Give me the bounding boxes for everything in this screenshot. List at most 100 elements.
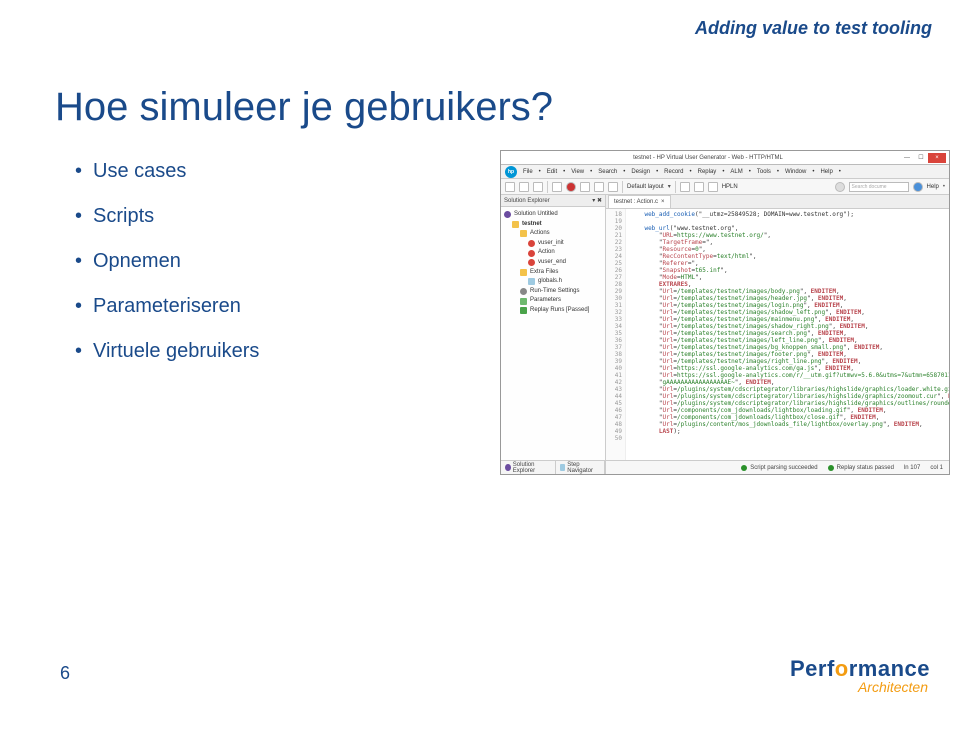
maximize-button[interactable]: ☐ <box>914 153 928 163</box>
code-editor[interactable]: 1819202122232425262728293031323334353637… <box>606 209 949 460</box>
panel-pin-close[interactable]: ▾ ✖ <box>592 197 602 204</box>
close-icon[interactable]: × <box>661 199 665 205</box>
record-button-icon[interactable] <box>566 182 576 192</box>
action-icon <box>528 250 535 257</box>
menu-alm[interactable]: ALM <box>730 169 742 175</box>
tab-label: testnet : Action.c <box>614 199 658 205</box>
bullet-list: Use cases Scripts Opnemen Parameterisere… <box>75 160 259 385</box>
editor-tabbar: testnet : Action.c × <box>606 195 949 209</box>
tab-solution-explorer[interactable]: Solution Explorer <box>501 461 556 474</box>
toolbar-button[interactable] <box>519 182 529 192</box>
success-icon <box>828 465 834 471</box>
replay-runs-icon <box>520 307 527 314</box>
logo-part-rmance: rmance <box>849 656 930 681</box>
window-titlebar: testnet - HP Virtual User Generator - We… <box>501 151 949 165</box>
bullet-item: Opnemen <box>75 250 259 273</box>
tab-step-navigator[interactable]: Step Navigator <box>556 461 606 474</box>
window-title: testnet - HP Virtual User Generator - We… <box>516 155 900 161</box>
solution-icon <box>505 464 511 471</box>
hp-logo-icon: hp <box>505 166 517 178</box>
tree-action[interactable]: Action <box>538 248 555 258</box>
bullet-item: Scripts <box>75 205 259 228</box>
help-icon[interactable] <box>913 182 923 192</box>
search-icon <box>835 182 845 192</box>
solution-tree[interactable]: Solution Untitled testnet Actions vuser_… <box>501 207 605 460</box>
editor-area: testnet : Action.c × 1819202122232425262… <box>606 195 949 474</box>
menu-bar: hp File• Edit• View• Search• Design• Rec… <box>501 165 949 179</box>
action-icon <box>528 240 535 247</box>
panel-title: Solution Explorer <box>504 198 550 204</box>
code-lines[interactable]: web_add_cookie("__utmz=25849528; DOMAIN=… <box>626 209 949 460</box>
bullet-item: Parameteriseren <box>75 295 259 318</box>
layout-dropdown[interactable]: Default layout <box>627 184 664 190</box>
toolbar-button[interactable] <box>505 182 515 192</box>
menu-view[interactable]: View <box>571 169 584 175</box>
menu-window[interactable]: Window <box>785 169 806 175</box>
folder-icon <box>520 230 527 237</box>
toolbar-button[interactable] <box>552 182 562 192</box>
slide-title: Hoe simuleer je gebruikers? <box>55 85 553 130</box>
tree-extra-files[interactable]: Extra Files <box>530 268 558 278</box>
toolbar-button[interactable] <box>533 182 543 192</box>
toolbar-button[interactable] <box>694 182 704 192</box>
search-input[interactable]: Search docume <box>849 182 909 192</box>
tree-project[interactable]: testnet <box>522 220 542 230</box>
logo-wordmark: Performance <box>790 658 930 680</box>
tree-vuser-end[interactable]: vuser_end <box>538 258 566 268</box>
solution-explorer-panel: Solution Explorer ▾ ✖ Solution Untitled … <box>501 195 606 474</box>
menu-record[interactable]: Record <box>664 169 683 175</box>
panel-header: Solution Explorer ▾ ✖ <box>501 195 605 207</box>
toolbar-button[interactable] <box>608 182 618 192</box>
menu-edit[interactable]: Edit <box>547 169 557 175</box>
file-icon <box>528 278 535 285</box>
logo-part-perf: Perf <box>790 656 835 681</box>
toolbar-separator <box>622 181 623 193</box>
folder-icon <box>520 269 527 276</box>
tab-label: Solution Explorer <box>513 462 551 474</box>
tree-globals[interactable]: globals.h <box>538 277 562 287</box>
tree-parameters[interactable]: Parameters <box>530 296 561 306</box>
menu-design[interactable]: Design <box>631 169 650 175</box>
settings-icon <box>520 288 527 295</box>
status-col: col 1 <box>930 465 943 471</box>
menu-help[interactable]: Help <box>820 169 832 175</box>
status-bar: Script parsing succeeded Replay status p… <box>606 460 949 474</box>
ide-screenshot: testnet - HP Virtual User Generator - We… <box>500 150 950 475</box>
bullet-item: Use cases <box>75 160 259 183</box>
toolbar-button[interactable] <box>708 182 718 192</box>
tree-actions[interactable]: Actions <box>530 229 550 239</box>
action-icon <box>528 259 535 266</box>
solution-icon <box>504 211 511 218</box>
tree-replay-runs[interactable]: Replay Runs [Passed] <box>530 306 589 316</box>
editor-tab[interactable]: testnet : Action.c × <box>608 195 671 208</box>
hpln-label[interactable]: HPLN <box>722 184 738 190</box>
bullet-item: Virtuele gebruikers <box>75 340 259 363</box>
help-label[interactable]: Help <box>927 184 939 190</box>
toolbar-separator <box>675 181 676 193</box>
header-tagline: Adding value to test tooling <box>695 18 932 39</box>
menu-tools[interactable]: Tools <box>757 169 771 175</box>
menu-file[interactable]: File <box>523 169 533 175</box>
line-number-gutter: 1819202122232425262728293031323334353637… <box>606 209 626 460</box>
status-replay: Replay status passed <box>837 465 894 471</box>
toolbar-separator <box>547 181 548 193</box>
success-icon <box>741 465 747 471</box>
toolbar: Default layout▾ HPLN Search docume Help• <box>501 179 949 195</box>
status-line: ln 107 <box>904 465 920 471</box>
toolbar-button[interactable] <box>680 182 690 192</box>
logo-part-o: o <box>835 656 849 681</box>
menu-search[interactable]: Search <box>598 169 617 175</box>
close-button[interactable]: × <box>928 153 946 163</box>
page-number: 6 <box>60 663 70 684</box>
status-parse: Script parsing succeeded <box>750 465 817 471</box>
minimize-button[interactable]: — <box>900 153 914 163</box>
step-icon <box>560 464 566 471</box>
menu-replay[interactable]: Replay <box>698 169 717 175</box>
tree-rts[interactable]: Run-Time Settings <box>530 287 579 297</box>
tree-vuser-init[interactable]: vuser_init <box>538 239 564 249</box>
toolbar-button[interactable] <box>580 182 590 192</box>
parameters-icon <box>520 298 527 305</box>
logo-subtitle: Architecten <box>790 680 930 694</box>
toolbar-button[interactable] <box>594 182 604 192</box>
tree-solution[interactable]: Solution Untitled <box>514 210 558 220</box>
